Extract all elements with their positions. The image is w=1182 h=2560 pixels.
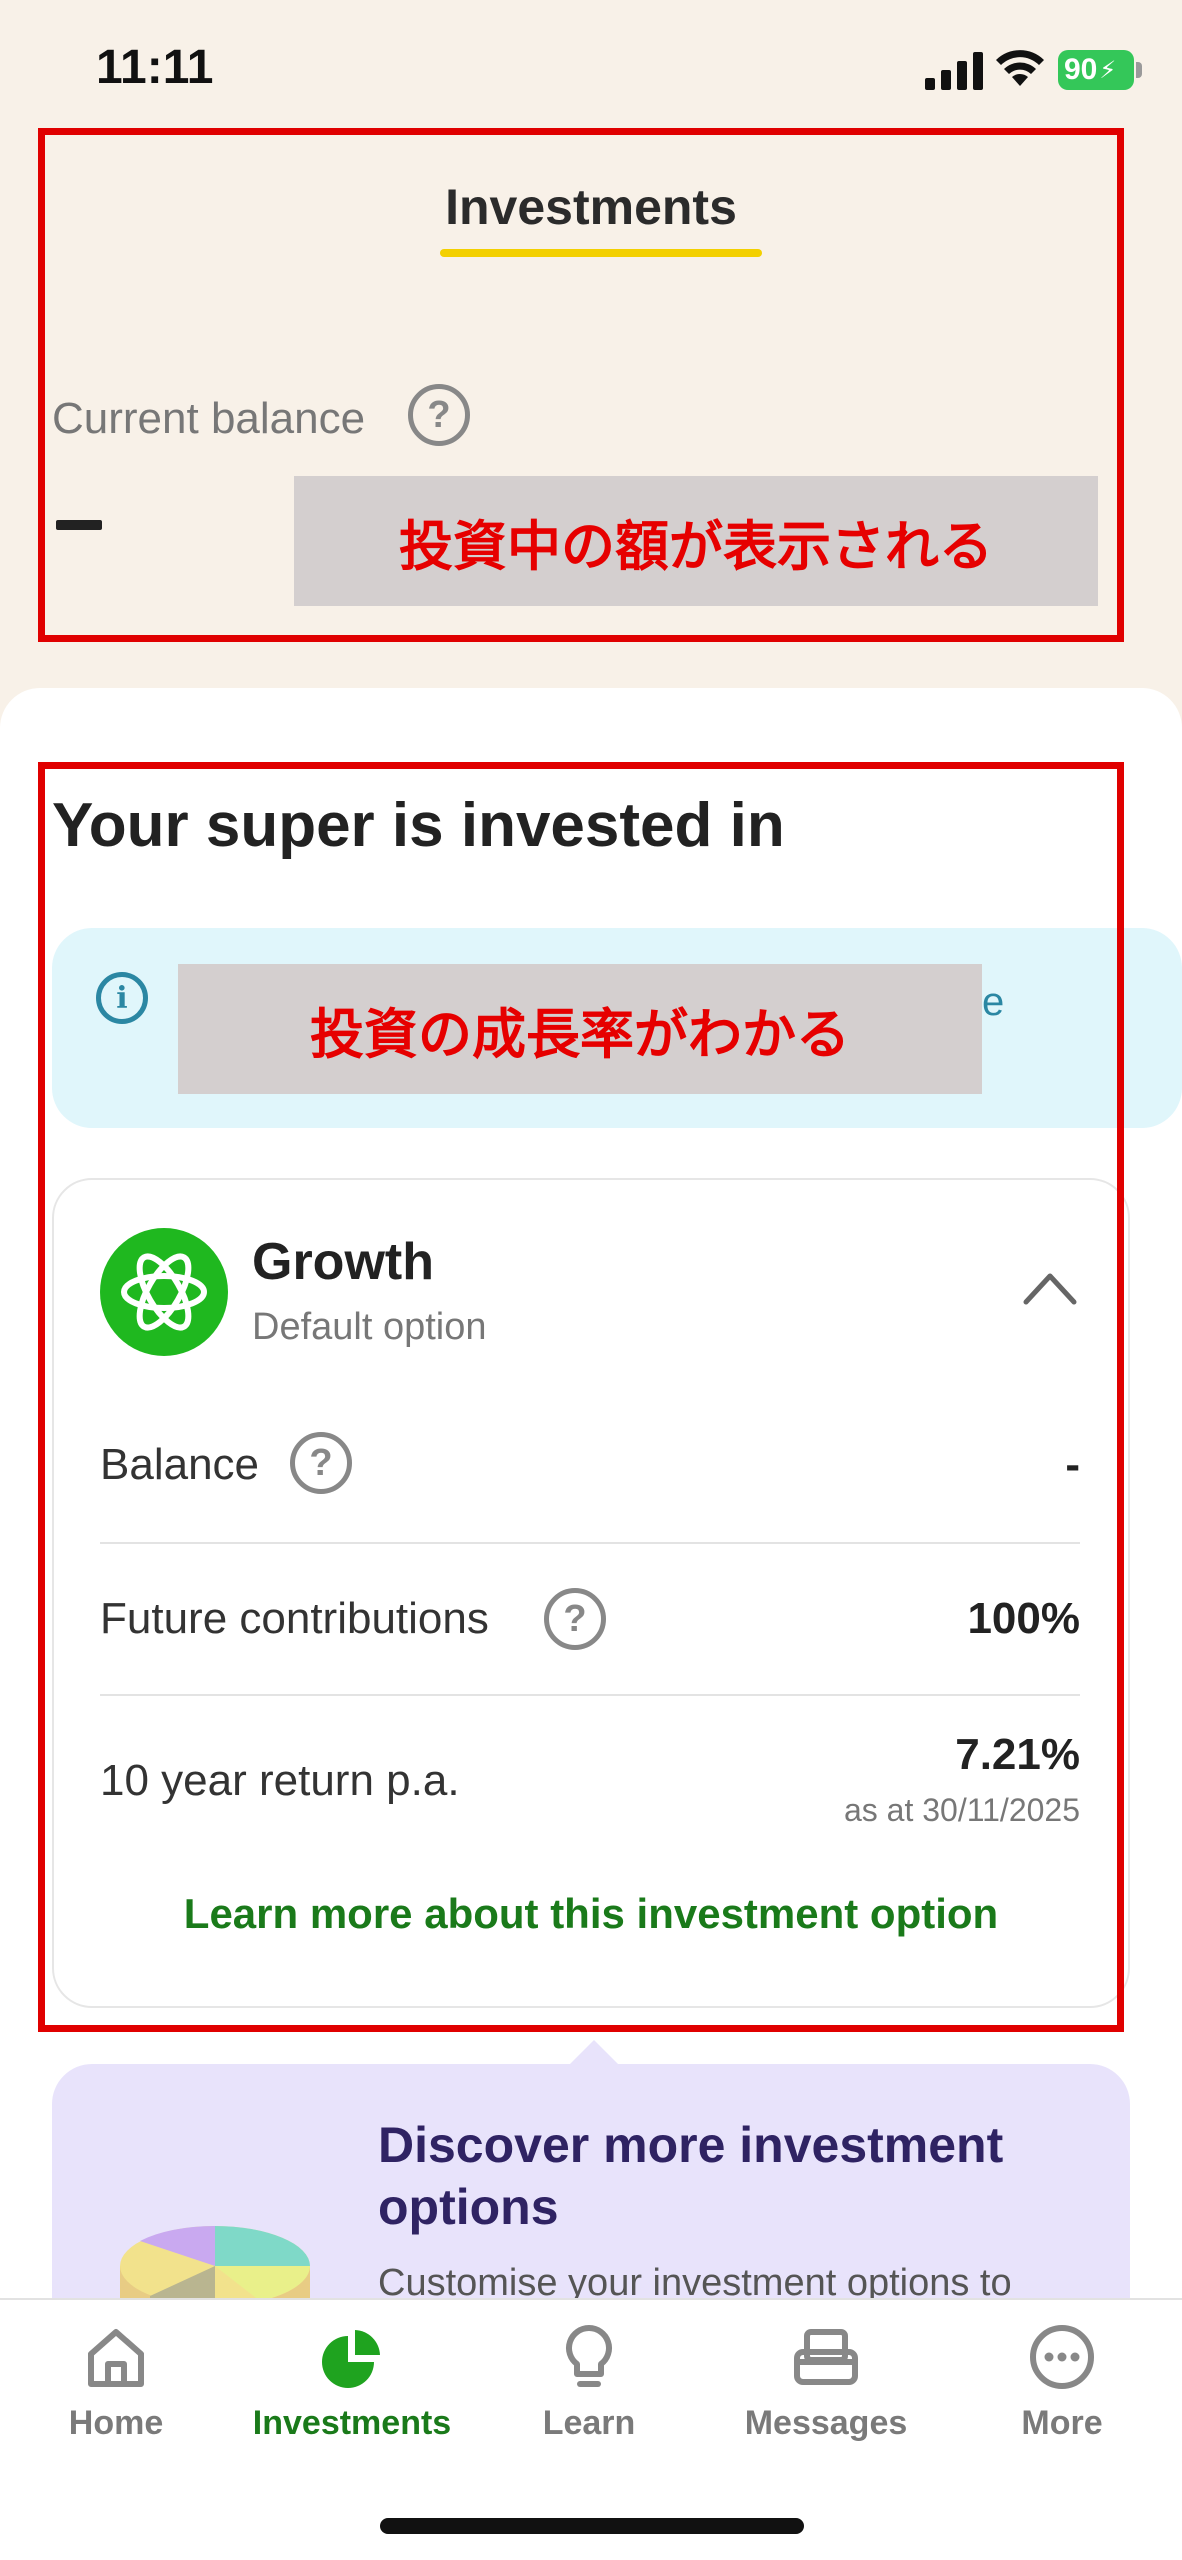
annotation-box-growth xyxy=(38,762,1124,2032)
pie-chart-icon xyxy=(322,2330,380,2388)
tab-home[interactable]: Home xyxy=(16,2322,216,2462)
annotation-label-growth: 投資の成長率がわかる xyxy=(178,964,982,1094)
tab-investments[interactable]: Investments xyxy=(252,2322,452,2462)
battery-indicator: 90 ⚡ xyxy=(1058,50,1134,90)
home-indicator xyxy=(380,2518,804,2534)
discover-title: Discover more investment options xyxy=(378,2117,1004,2235)
tab-learn[interactable]: Learn xyxy=(489,2322,689,2462)
discover-pointer xyxy=(568,2040,620,2066)
home-icon xyxy=(88,2329,144,2387)
inbox-icon xyxy=(794,2329,858,2385)
wifi-icon xyxy=(996,50,1044,86)
tab-label-home: Home xyxy=(68,2404,164,2442)
lightbulb-icon xyxy=(566,2325,612,2387)
tab-label-messages: Messages xyxy=(744,2404,908,2442)
charging-bolt-icon: ⚡ xyxy=(1099,56,1117,84)
tab-label-more: More xyxy=(1021,2404,1103,2442)
tab-label-investments: Investments xyxy=(252,2404,452,2442)
tab-label-learn: Learn xyxy=(542,2404,636,2442)
annotation-label-balance: 投資中の額が表示される xyxy=(294,476,1098,606)
cellular-signal-icon xyxy=(925,52,983,90)
more-icon xyxy=(1030,2325,1094,2389)
tab-messages[interactable]: Messages xyxy=(726,2322,926,2462)
battery-level: 90 xyxy=(1064,53,1098,86)
status-time: 11:11 xyxy=(96,41,214,94)
status-bar: 11:11 90 ⚡ xyxy=(0,0,1182,140)
tab-more[interactable]: More xyxy=(962,2322,1162,2462)
battery-tip xyxy=(1136,62,1142,78)
